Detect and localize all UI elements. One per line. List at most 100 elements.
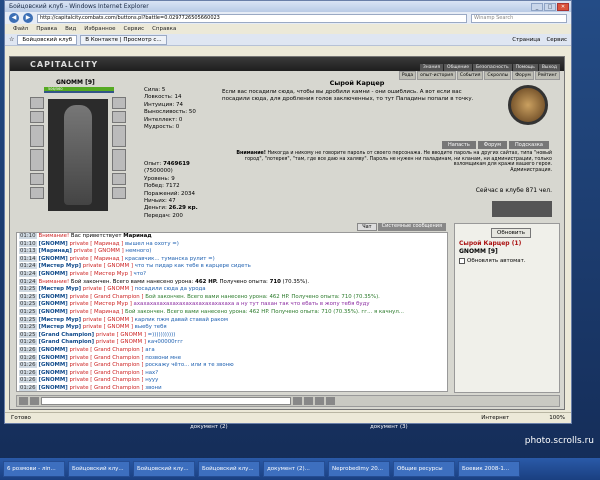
chat-private-target[interactable]: private [ Grand Champion ] (68, 362, 143, 368)
chat-timestamp[interactable]: 01:13 (19, 248, 37, 255)
chat-nick[interactable]: [Мистер Мур] (39, 286, 82, 292)
clear-icon[interactable] (30, 397, 39, 405)
chat-timestamp[interactable]: 01:25 (19, 308, 37, 315)
chat-timestamp[interactable]: 01:26 (19, 362, 37, 369)
chat-timestamp[interactable]: 01:25 (19, 293, 37, 300)
back-arrow-icon[interactable]: ◀ (9, 13, 19, 23)
favorites-star-icon[interactable]: ☆ (9, 36, 14, 43)
chat-nick[interactable]: [GNOMM] (39, 347, 68, 353)
zoom-level[interactable]: 100% (549, 415, 571, 421)
chat-private-target[interactable]: private [ Grand Champion ] (68, 294, 143, 300)
chat-private-target[interactable]: private [ Grand Champion ] (68, 385, 143, 391)
menu-edit[interactable]: Правка (36, 26, 57, 32)
chat-log[interactable]: 01:10 Внимание! Вас приветствует Маринад 0… (16, 232, 448, 392)
tab-combats[interactable]: Бойцовский клуб (17, 34, 78, 45)
chat-private-target[interactable]: private [ GNOMM ] (94, 332, 146, 338)
chat-nick[interactable]: [Grand Champion] (39, 332, 95, 338)
attack-button[interactable]: Напасть (442, 141, 476, 149)
chat-timestamp[interactable]: 01:26 (19, 339, 37, 346)
menu-exit[interactable]: Выход (538, 64, 560, 71)
gloves-slot[interactable] (112, 111, 126, 123)
auto-refresh-checkbox[interactable] (459, 258, 465, 264)
menu-help[interactable]: Справка (152, 26, 176, 32)
task-item[interactable]: Боевик 2008-1... (458, 461, 520, 477)
chat-nick[interactable]: [GNOMM] (39, 271, 68, 277)
bracer-slot[interactable] (112, 187, 126, 199)
armor-slot[interactable] (30, 149, 44, 171)
maximize-button[interactable]: □ (544, 2, 556, 11)
forward-arrow-icon[interactable]: ▶ (23, 13, 33, 23)
chat-timestamp[interactable]: 01:25 (19, 316, 37, 323)
page-menu[interactable]: Страница (512, 37, 540, 43)
chat-private-target[interactable]: private [ GNOMM ] (81, 263, 133, 269)
chat-private-target[interactable]: private [ Мистер Мур ] (68, 301, 131, 307)
chat-private-target[interactable]: private [ Grand Champion ] (68, 370, 143, 376)
shield-slot[interactable] (112, 125, 126, 147)
chat-nick[interactable]: [GNOMM] (39, 256, 68, 262)
chat-private-target[interactable]: private [ Grand Champion ] (68, 355, 143, 361)
chat-nick[interactable]: [Мистер Мур] (39, 324, 82, 330)
tab-system-messages[interactable]: Системные сообщения (377, 223, 446, 231)
chat-input[interactable] (41, 397, 291, 405)
tools-menu[interactable]: Сервис (546, 37, 567, 43)
desktop-doc-3[interactable]: документ (3) (370, 424, 408, 430)
task-item[interactable]: 6 розмови - ліп... (3, 461, 65, 477)
chat-nick[interactable]: [GNOMM] (39, 377, 68, 383)
helmet-slot[interactable] (30, 97, 44, 109)
chat-timestamp[interactable]: 01:10 (19, 233, 37, 239)
task-item[interactable]: Neprobedimy 20... (328, 461, 390, 477)
chat-private-target[interactable]: private [ Маринад ] (68, 256, 123, 262)
menu-favorites[interactable]: Избранное (84, 26, 115, 32)
chat-private-target[interactable]: private [ GNOMM ] (94, 339, 146, 345)
send-icon[interactable] (293, 397, 302, 405)
filter-icon[interactable] (315, 397, 324, 405)
leggings-slot[interactable] (112, 149, 126, 171)
smiles-icon[interactable] (19, 397, 28, 405)
url-input[interactable]: http://capitalcity.combats.com/buttons.p… (37, 13, 467, 23)
character-name[interactable]: GNOMM [9] (56, 79, 95, 86)
auto-refresh[interactable]: Обновлять автомат. (459, 258, 526, 264)
chat-nick[interactable]: [GNOMM] (39, 309, 68, 315)
chat-timestamp[interactable]: 01:25 (19, 324, 37, 331)
task-item[interactable]: Общие ресурсы (393, 461, 455, 477)
menu-view[interactable]: Вид (65, 26, 76, 32)
forum-button[interactable]: Форум (477, 141, 508, 149)
chat-nick[interactable]: [Маринад] (39, 248, 72, 254)
menu-tools[interactable]: Сервис (124, 26, 145, 32)
chat-private-target[interactable]: private [ Маринад ] (68, 309, 123, 315)
task-item[interactable]: Бойцовский клу... (68, 461, 130, 477)
chat-timestamp[interactable]: 01:24 (19, 263, 37, 270)
menu-knowledge[interactable]: Знания (419, 64, 444, 71)
chat-private-target[interactable]: private [ Маринад ] (68, 241, 123, 247)
desktop-doc-2[interactable]: документ (2) (190, 424, 228, 430)
task-item[interactable]: документ (2)... (263, 461, 325, 477)
chat-nick[interactable]: [Мистер Мур] (39, 317, 82, 323)
chat-nick[interactable]: [Grand Champion] (39, 339, 95, 345)
task-item[interactable]: Бойцовский клу... (198, 461, 260, 477)
chat-nick[interactable]: [GNOMM] (39, 385, 68, 391)
chat-nick[interactable]: [GNOMM] (39, 294, 68, 300)
chat-timestamp[interactable]: 01:26 (19, 369, 37, 376)
menu-file[interactable]: Файл (13, 26, 28, 32)
menu-help-game[interactable]: Помощь (512, 64, 538, 71)
chat-private-target[interactable]: private [ Мистер Мур ] (68, 271, 131, 277)
translit-icon[interactable] (304, 397, 313, 405)
chat-nick[interactable]: [GNOMM] (39, 301, 68, 307)
boots-slot[interactable] (112, 173, 126, 185)
earring-slot[interactable] (112, 97, 126, 109)
refresh-button[interactable]: Обновить (491, 228, 531, 238)
chat-timestamp[interactable]: 01:26 (19, 346, 37, 353)
tab-vkontakte[interactable]: В Контакте | Просмотр с... (80, 34, 167, 45)
chat-private-target[interactable]: private [ Grand Champion ] (68, 377, 143, 383)
chat-timestamp[interactable]: 01:25 (19, 331, 37, 338)
chat-private-target[interactable]: private [ GNOMM ] (81, 324, 133, 330)
chat-private-target[interactable]: private [ GNOMM ] (81, 286, 133, 292)
chat-private-target[interactable]: private [ GNOMM ] (81, 317, 133, 323)
menu-security[interactable]: Безопасность (473, 64, 512, 71)
search-input[interactable]: Winamp Search (471, 13, 567, 23)
room-map-icon[interactable] (508, 85, 548, 125)
chat-timestamp[interactable]: 01:26 (19, 384, 37, 391)
chat-nick[interactable]: [GNOMM] (39, 355, 68, 361)
close-button[interactable]: ✕ (557, 2, 569, 11)
chat-timestamp[interactable]: 01:25 (19, 301, 37, 308)
